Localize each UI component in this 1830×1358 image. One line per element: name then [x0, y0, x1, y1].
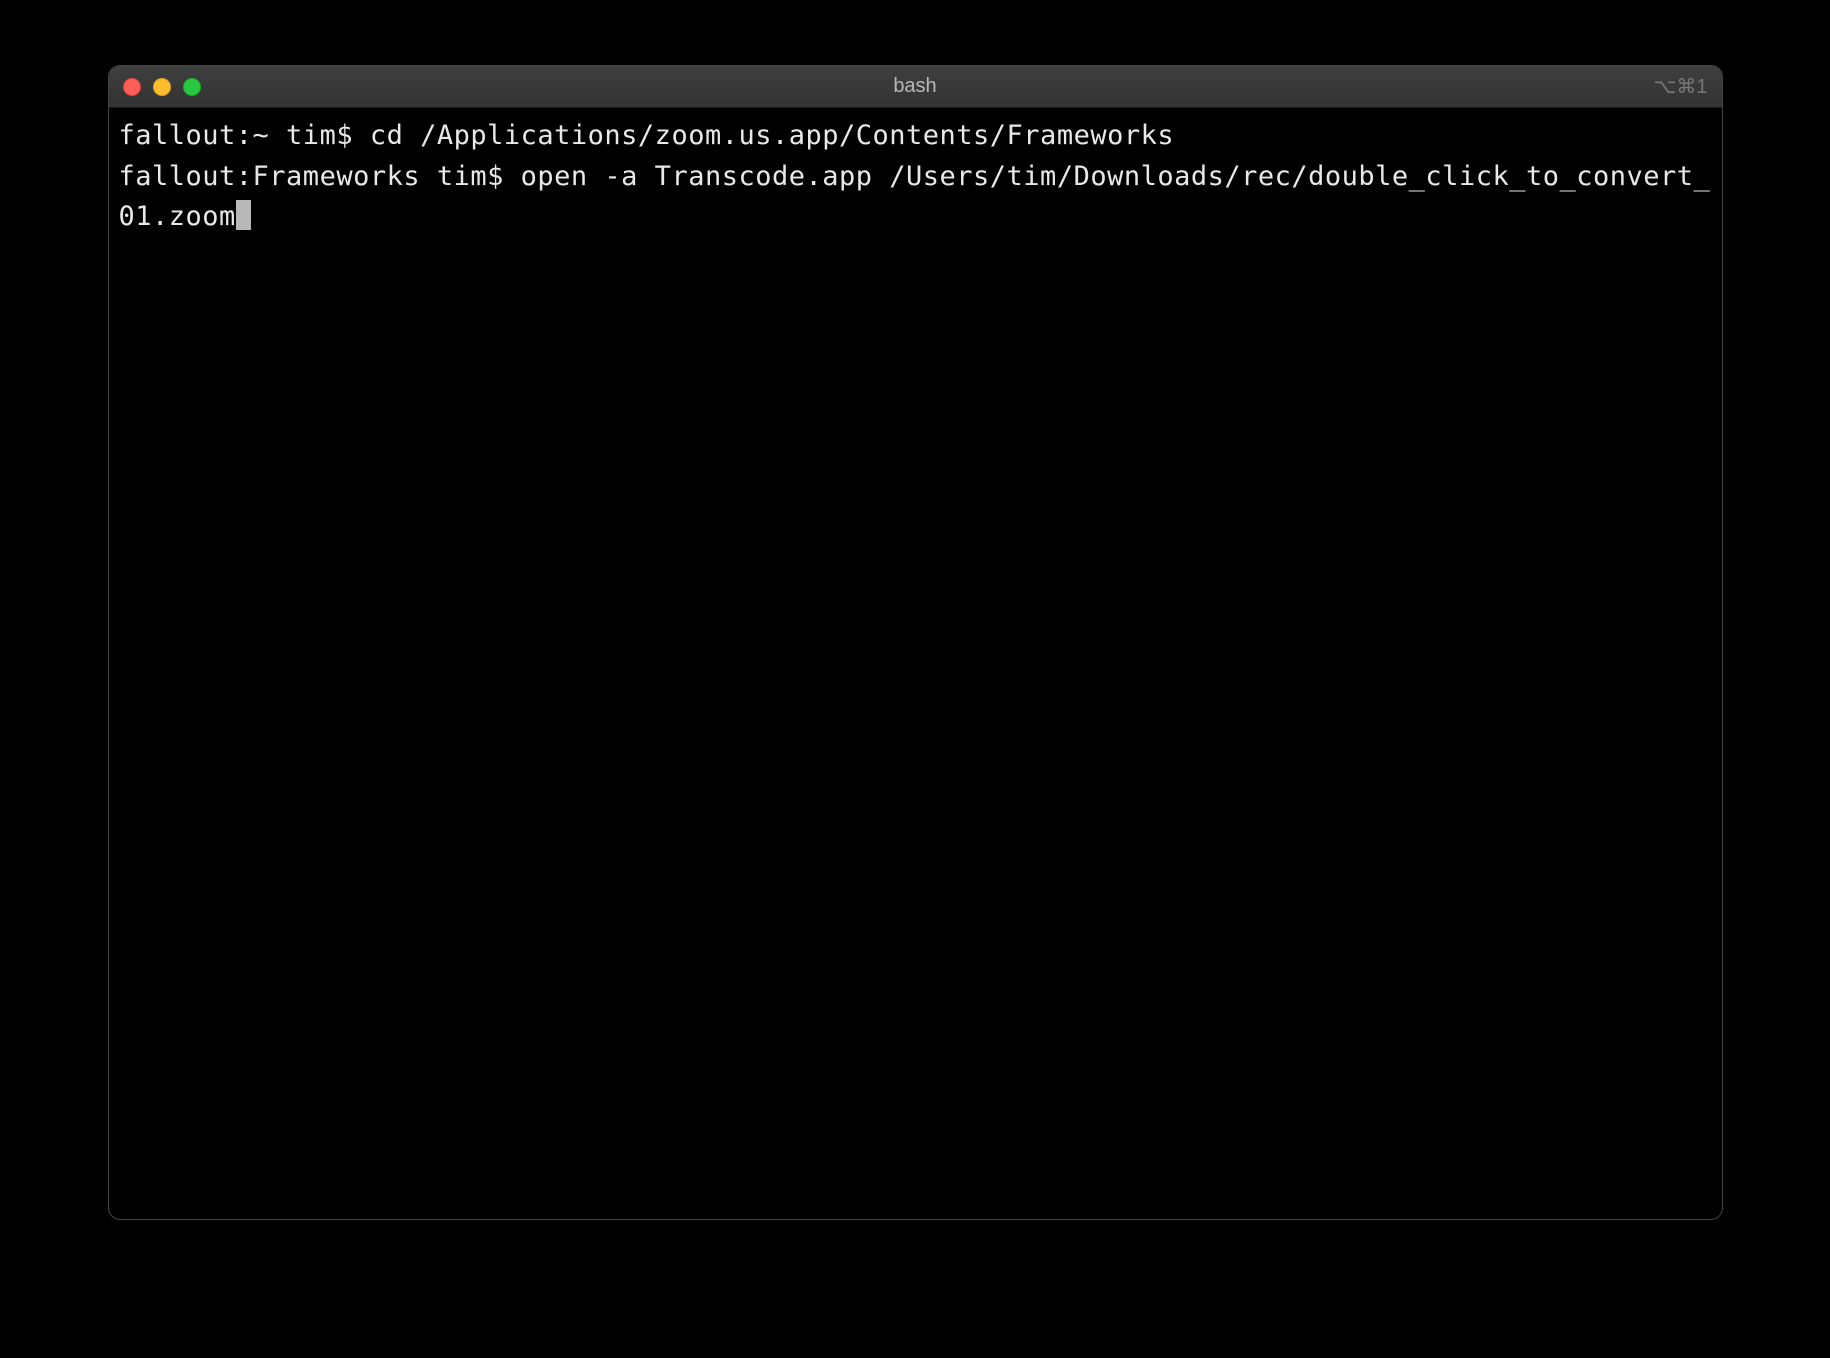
- maximize-button[interactable]: [183, 78, 201, 96]
- close-button[interactable]: [123, 78, 141, 96]
- prompt-2: fallout:Frameworks tim$: [119, 161, 521, 192]
- traffic-lights: [123, 78, 201, 96]
- cursor-icon: [236, 200, 251, 230]
- title-bar: bash ⌥⌘1: [109, 66, 1722, 108]
- terminal-window: bash ⌥⌘1 fallout:~ tim$ cd /Applications…: [108, 65, 1723, 1220]
- window-title: bash: [893, 75, 936, 98]
- prompt-1: fallout:~ tim$: [119, 120, 370, 151]
- terminal-content[interactable]: fallout:~ tim$ cd /Applications/zoom.us.…: [109, 108, 1722, 246]
- terminal-line-1: fallout:~ tim$ cd /Applications/zoom.us.…: [119, 116, 1712, 157]
- minimize-button[interactable]: [153, 78, 171, 96]
- shortcut-label: ⌥⌘1: [1653, 74, 1707, 99]
- command-1: cd /Applications/zoom.us.app/Contents/Fr…: [370, 120, 1174, 151]
- terminal-line-2: fallout:Frameworks tim$ open -a Transcod…: [119, 157, 1712, 238]
